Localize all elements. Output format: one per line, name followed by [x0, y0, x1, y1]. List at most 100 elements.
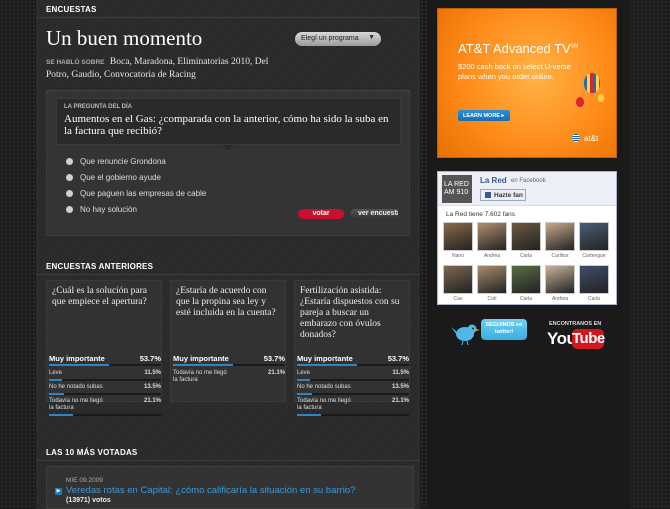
result-bar-fill [297, 393, 313, 395]
result-bar-fill [49, 414, 73, 416]
top10-date: MIE 09.2009 [66, 477, 103, 484]
fan-name: Carla [520, 296, 532, 302]
result-bar [297, 379, 409, 381]
result-label: Muy importante [297, 354, 353, 363]
poll-option[interactable]: Que renuncie Grondona [66, 157, 166, 166]
poll-option-label: No hay solución [80, 205, 137, 214]
top10-heading: LAS 10 MÁS VOTADAS [46, 448, 138, 457]
result-bar-fill [173, 364, 234, 366]
result-bar-fill [49, 379, 62, 381]
program-select[interactable]: Elegí un programa ▼ [295, 32, 381, 46]
result-label: Todavía no me llegó la factura [297, 398, 351, 411]
divider [36, 274, 420, 275]
poll-option[interactable]: Que el gobierno ayude [66, 173, 161, 182]
fan-name: Cartengue [582, 253, 606, 259]
radio-icon[interactable] [66, 190, 73, 197]
result-percent: 13.5% [391, 384, 409, 390]
fan-avatar[interactable] [545, 265, 575, 294]
att-globe-icon [572, 134, 580, 142]
ad-copy: $200 cash back on select U-verse plans w… [458, 62, 571, 81]
twitter-follow-badge[interactable]: SEGUINOS en twitter! [481, 319, 527, 340]
vote-button[interactable]: votar [298, 209, 344, 219]
result-label: No he notado subas [297, 384, 351, 390]
balloon-icon [576, 97, 584, 107]
att-logo: at&t [584, 134, 599, 143]
program-select-label: Elegí un programa [301, 35, 359, 42]
result-percent: 53.7% [387, 354, 409, 363]
result-bar-fill [49, 364, 110, 366]
twitter-bird-icon[interactable] [450, 321, 480, 345]
play-icon: ▶ [55, 488, 62, 495]
fan-name: Carla [588, 296, 600, 302]
fan-name: Carla [520, 253, 532, 259]
talked-label: SE HABLÓ SOBRE [46, 59, 105, 66]
poll-option[interactable]: No hay solución [66, 205, 137, 214]
result-label: Todavía no me llegó la factura [173, 370, 227, 383]
result-bar [49, 414, 161, 416]
result-percent: 21.1% [143, 398, 161, 404]
youtube-logo-tube[interactable]: Tube [572, 329, 605, 349]
result-percent: 21.1% [267, 370, 285, 376]
result-bar-fill [297, 414, 321, 416]
poll-option-label: Que el gobierno ayude [80, 173, 161, 182]
facebook-icon [485, 192, 491, 198]
fan-avatar[interactable] [545, 222, 575, 251]
result-bar-fill [297, 379, 310, 381]
view-polls-button[interactable]: ver encuestas [350, 209, 398, 219]
result-percent: 11.5% [144, 370, 161, 376]
previous-poll-card[interactable]: Fertilización asistida: ¿Estaría dispues… [294, 280, 410, 416]
fan-avatar[interactable] [511, 222, 541, 251]
facebook-on: en Facebook [511, 178, 546, 184]
become-fan-button[interactable]: Hazte fan [480, 189, 526, 201]
result-bar [297, 414, 409, 416]
fan-avatar[interactable] [579, 265, 609, 294]
la-red-logo[interactable]: LA RED AM 910 [442, 175, 472, 203]
result-label: No he notado subas [49, 384, 103, 390]
top10-link[interactable]: Veredas rotas en Capital: ¿cómo califica… [66, 485, 355, 496]
radio-icon[interactable] [66, 174, 73, 181]
previous-poll-card[interactable]: ¿Estaría de acuerdo con que la propina s… [170, 280, 286, 402]
result-bar [173, 364, 285, 366]
fan-avatar[interactable] [443, 222, 473, 251]
learn-more-button[interactable]: LEARN MORE ▸ [458, 110, 510, 121]
question-pointer [222, 145, 234, 151]
previous-poll-question[interactable]: ¿Estaría de acuerdo con que la propina s… [176, 286, 282, 319]
divider [36, 460, 420, 461]
fan-avatar[interactable] [511, 265, 541, 294]
top10-votes: (13971) votos [66, 497, 111, 504]
result-percent: 13.5% [143, 384, 161, 390]
previous-poll-question[interactable]: ¿Cuál es la solución para que empiece el… [52, 286, 158, 308]
result-percent: 11.5% [392, 370, 409, 376]
fan-avatar[interactable] [477, 222, 507, 251]
fan-avatar[interactable] [579, 222, 609, 251]
talked-about: SE HABLÓ SOBRE Boca, Maradona, Eliminato… [46, 56, 286, 81]
previous-poll-card[interactable]: ¿Cuál es la solución para que empiece el… [46, 280, 162, 416]
result-bar-fill [297, 364, 358, 366]
question-text: Aumentos en el Gas: ¿comparada con la an… [64, 113, 389, 137]
poll-option-label: Que renuncie Grondona [80, 157, 166, 166]
fan-avatar[interactable] [443, 265, 473, 294]
radio-icon[interactable] [66, 206, 73, 213]
fan-name: Coti [487, 296, 497, 302]
facebook-widget: LA RED AM 910 La Red en Facebook Hazte f… [437, 171, 617, 305]
previous-poll-question[interactable]: Fertilización asistida: ¿Estaría dispues… [300, 286, 406, 341]
facebook-page-name[interactable]: La Red [480, 176, 507, 185]
fan-avatar[interactable] [477, 265, 507, 294]
result-label: Leve [297, 370, 311, 376]
poll-option[interactable]: Que paguen las empresas de cable [66, 189, 206, 198]
balloon-icon [598, 94, 604, 102]
result-bar-fill [49, 393, 65, 395]
question-label: LA PREGUNTA DEL DÍA [64, 104, 133, 110]
result-bar [49, 393, 161, 395]
fan-name: Andrea [551, 296, 569, 302]
youtube-label: ENCONTRANOS EN [549, 321, 602, 327]
radio-icon[interactable] [66, 158, 73, 165]
result-label: Todavía no me llegó la factura [49, 398, 103, 411]
result-bar [297, 364, 409, 366]
fan-name: Andrea [483, 253, 501, 259]
poll-title: Un buen momento [46, 26, 203, 50]
result-percent: 21.1% [391, 398, 409, 404]
ad-title: AT&T Advanced TVSM [458, 41, 579, 56]
result-label: Leve [49, 370, 63, 376]
fan-name: Nano [452, 253, 464, 259]
